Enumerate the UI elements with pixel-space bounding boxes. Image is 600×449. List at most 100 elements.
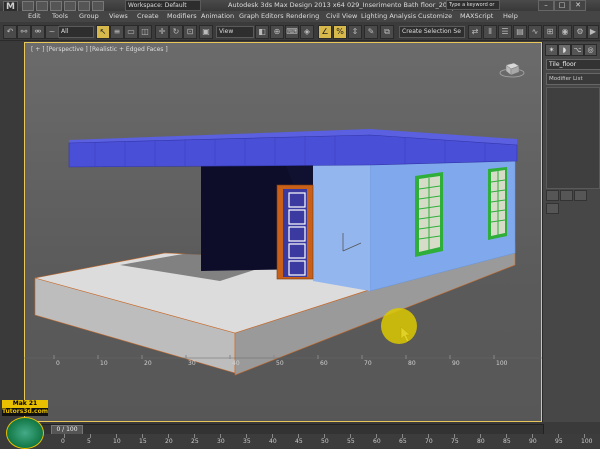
mirror-icon[interactable]: ⧉ [380,25,394,39]
create-tab-icon[interactable]: ✶ [545,44,558,56]
track-tick-label: 80 [477,438,485,445]
link-icon[interactable]: ⚯ [17,25,31,39]
viewport-ruler-label: 20 [144,360,152,366]
track-tick-label: 20 [165,438,173,445]
menu-edit[interactable]: Edit [28,11,41,22]
pivot-center-icon[interactable]: ◧ [255,25,269,39]
track-tick-label: 100 [581,438,593,445]
pin-stack-icon[interactable] [546,190,559,201]
track-tick-label: 60 [373,438,381,445]
menu-bar: Edit Tools Group Views Create Modifiers … [0,11,600,22]
select-by-name-icon[interactable]: ≡ [110,25,124,39]
track-tick-label: 75 [451,438,459,445]
rotate-icon[interactable]: ↻ [169,25,183,39]
menu-customize[interactable]: Customize [418,11,452,22]
align-icon[interactable]: ⫴ [483,25,497,39]
layer-manager-icon[interactable]: ☰ [498,25,512,39]
menu-animation[interactable]: Animation [201,11,234,22]
watermark-logo: Mak 21 Training Tutors3d.com [0,400,50,449]
open-file-icon[interactable] [36,1,48,11]
menu-create[interactable]: Create [137,11,159,22]
snaps-toggle-icon[interactable]: ◈ [300,25,314,39]
menu-maxscript[interactable]: MAXScript [460,11,493,22]
new-file-icon[interactable] [22,1,34,11]
scale-icon[interactable]: ⊡ [183,25,197,39]
object-name-field[interactable]: Tile_floor [546,59,600,70]
keyboard-shortcut-icon[interactable]: ⌨ [285,25,299,39]
track-tick-label: 35 [243,438,251,445]
reference-coordinate-dropdown[interactable]: View [216,26,254,38]
menu-graph-editors[interactable]: Graph Editors [239,11,284,22]
spinner-snap-icon[interactable]: ⇕ [348,25,362,39]
hierarchy-tab-icon[interactable]: ⌥ [571,44,584,56]
selection-filter-dropdown[interactable]: All [58,26,94,38]
maximize-button[interactable]: □ [554,0,570,11]
viewcube-icon[interactable] [499,61,525,79]
viewport-ruler-label: 10 [100,360,108,366]
menu-group[interactable]: Group [79,11,99,22]
rect-selection-icon[interactable]: ▭ [124,25,138,39]
viewport-ruler-label: 70 [364,360,372,366]
viewport-grid-ruler: 0 10 20 30 40 50 60 70 80 90 100 [24,355,542,366]
track-tick-label: 70 [425,438,433,445]
track-bar[interactable]: 0 5 10 15 20 25 30 35 40 45 50 55 60 65 70 75 80 85 90 95 10… [24,434,600,448]
edit-named-selection-icon[interactable]: ✎ [364,25,378,39]
graphite-toggle-icon[interactable]: ▤ [513,25,527,39]
track-tick-label: 10 [113,438,121,445]
modifier-list-dropdown[interactable]: Modifier List [546,73,600,85]
window-crossing-icon[interactable]: ◫ [138,25,152,39]
viewport-ruler-label: 60 [320,360,328,366]
house-corner-wall [313,163,370,291]
viewport-ruler-label: 90 [452,360,460,366]
left-toolbar [0,42,24,422]
hold-icon[interactable] [92,1,104,11]
bind-space-warp-icon[interactable]: ~ [45,25,59,39]
percent-snap-icon[interactable]: % [333,25,347,39]
track-tick-label: 0 [61,438,65,445]
menu-views[interactable]: Views [109,11,128,22]
named-selection-dropdown[interactable]: Create Selection Se [399,26,465,38]
angle-snap-icon[interactable]: ∠ [318,25,332,39]
track-tick-label: 90 [529,438,537,445]
select-manipulate-icon[interactable]: ▣ [199,25,213,39]
workspace-dropdown[interactable]: Workspace: Default [125,0,201,11]
track-tick-label: 15 [139,438,147,445]
main-toolbar: ↶ ⚯ ⚮ ~ All ↖ ≡ ▭ ◫ ✛ ↻ ⊡ ▣ View ◧ ⊕ ⌨ ◈… [0,22,600,41]
remove-modifier-icon[interactable] [546,203,559,214]
menu-civil-view[interactable]: Civil View [326,11,357,22]
viewport-ruler-label: 80 [408,360,416,366]
unlink-icon[interactable]: ⚮ [31,25,45,39]
redo-icon[interactable] [78,1,90,11]
stack-buttons [546,190,600,214]
modifier-stack[interactable] [546,87,600,189]
search-input[interactable]: Type a keyword or phrase [446,0,500,16]
make-unique-icon[interactable] [574,190,587,201]
undo-button[interactable]: ↶ [3,25,17,39]
title-bar: M Workspace: Default Autodesk 3ds Max De… [0,0,600,16]
menu-modifiers[interactable]: Modifiers [167,11,197,22]
menu-rendering[interactable]: Rendering [286,11,319,22]
track-tick-label: 30 [217,438,225,445]
close-button[interactable]: ✕ [570,0,586,11]
menu-lighting-analysis[interactable]: Lighting Analysis [361,11,416,22]
select-object-button[interactable]: ↖ [96,25,110,39]
material-editor-icon[interactable]: ◉ [558,25,572,39]
track-tick-label: 25 [191,438,199,445]
move-icon[interactable]: ✛ [155,25,169,39]
menu-tools[interactable]: Tools [52,11,68,22]
minimize-button[interactable]: – [538,0,554,11]
select-link-icon[interactable]: ⊕ [270,25,284,39]
curve-editor-icon[interactable]: ∿ [528,25,542,39]
motion-tab-icon[interactable]: ◎ [584,44,597,56]
modify-tab-icon[interactable]: ◗ [558,44,571,56]
save-file-icon[interactable] [50,1,62,11]
menu-help[interactable]: Help [503,11,518,22]
track-tick-label: 95 [555,438,563,445]
mirror-tool-icon[interactable]: ⇄ [468,25,482,39]
show-end-result-icon[interactable] [560,190,573,201]
track-tick-label: 45 [295,438,303,445]
render-frame-icon[interactable]: ▶ [587,25,599,39]
render-setup-icon[interactable]: ⚙ [573,25,587,39]
undo-icon[interactable] [64,1,76,11]
schematic-view-icon[interactable]: ⊞ [543,25,557,39]
